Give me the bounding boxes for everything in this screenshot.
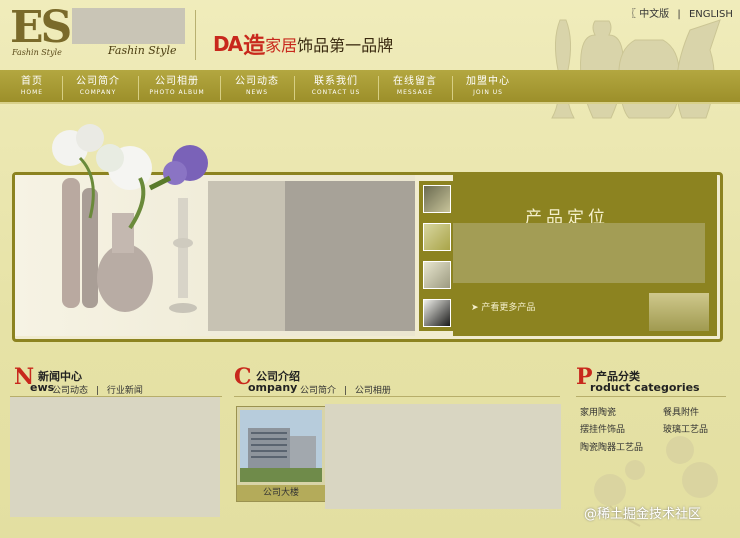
blurred-company-description	[325, 404, 561, 509]
news-title-en: ews	[30, 381, 55, 394]
company-title-en: ompany	[248, 381, 298, 394]
nav-label-cn: 公司动态	[235, 76, 279, 87]
news-tabs: 公司动态 | 行业新闻	[52, 383, 143, 396]
nav-label-en: COMPANY	[79, 89, 117, 96]
blurred-image-area-dark	[285, 181, 415, 331]
logo-script-text: Fashin Style	[108, 44, 177, 57]
header-divider	[195, 10, 196, 60]
slogan: DA 造 家居 饰品第一品牌	[213, 28, 393, 60]
category-home-ceramics[interactable]: 家用陶瓷	[580, 405, 616, 418]
company-title-underline	[234, 396, 560, 397]
nav-label-en: CONTACT US	[311, 89, 361, 96]
slogan-part3: 饰品第一品牌	[297, 36, 394, 55]
company-tab-intro[interactable]: 公司简介	[300, 386, 336, 396]
company-photo-card[interactable]: 公司大楼	[236, 406, 326, 502]
logo[interactable]: ES Fashin Style	[10, 2, 72, 60]
products-title-en: roduct categories	[590, 381, 700, 394]
blurred-logo-area	[72, 8, 185, 44]
nav-divider	[294, 76, 295, 100]
category-tableware[interactable]: 餐具附件	[663, 405, 699, 418]
flower-vases-image	[52, 124, 208, 313]
nav-item-contact[interactable]: 联系我们 CONTACT US	[306, 76, 366, 97]
building-image	[240, 410, 322, 482]
category-glass-crafts[interactable]: 玻璃工艺品	[663, 422, 708, 435]
nav-item-join[interactable]: 加盟中心 JOIN US	[462, 76, 514, 97]
thumbnail-4[interactable]	[423, 299, 451, 327]
nav-label-en: MESSAGE	[396, 89, 434, 96]
company-photo-caption: 公司大楼	[237, 485, 325, 501]
blurred-news-list	[10, 397, 220, 517]
watermark: @稀土掘金技术社区	[584, 507, 702, 522]
logo-text: ES	[10, 2, 72, 53]
nav-label-cn: 联系我们	[314, 76, 358, 87]
nav-item-news[interactable]: 公司动态 NEWS	[232, 76, 282, 97]
nav-divider	[138, 76, 139, 100]
thumbnail-strip	[419, 181, 453, 331]
nav-label-cn: 加盟中心	[466, 76, 510, 87]
nav-label-en: JOIN US	[473, 89, 503, 96]
products-title-underline	[576, 396, 726, 397]
main-nav: 首页 HOME 公司简介 COMPANY 公司相册 PHOTO ALBUM 公司…	[0, 70, 740, 104]
nav-item-company[interactable]: 公司简介 COMPANY	[72, 76, 124, 97]
shelf-image	[649, 293, 709, 331]
nav-divider	[452, 76, 453, 100]
blurred-product-text	[453, 223, 705, 283]
category-ornaments[interactable]: 摆挂件饰品	[580, 422, 625, 435]
company-tab-separator: |	[343, 386, 347, 396]
nav-label-cn: 在线留言	[393, 76, 437, 87]
nav-item-message[interactable]: 在线留言 MESSAGE	[390, 76, 440, 97]
thumbnail-3[interactable]	[423, 261, 451, 289]
company-tab-album[interactable]: 公司相册	[355, 386, 391, 396]
slogan-part1: 造	[243, 34, 266, 59]
view-more-products-link[interactable]: ➤ 产看更多产品	[471, 300, 535, 313]
thumbnail-2[interactable]	[423, 223, 451, 251]
product-positioning-panel: 产品定位 ➤ 产看更多产品	[453, 175, 717, 336]
thumbnail-1[interactable]	[423, 185, 451, 213]
nav-divider	[220, 76, 221, 100]
nav-label-cn: 首页	[21, 76, 43, 87]
nav-item-photo-album[interactable]: 公司相册 PHOTO ALBUM	[146, 76, 208, 97]
header: ES Fashin Style Fashin Style DA 造 家居 饰品第…	[0, 0, 740, 119]
nav-divider	[62, 76, 63, 100]
company-tabs: 公司简介 | 公司相册	[300, 383, 391, 396]
nav-label-en: PHOTO ALBUM	[149, 89, 205, 96]
page: ES Fashin Style Fashin Style DA 造 家居 饰品第…	[0, 0, 740, 538]
nav-label-cn: 公司相册	[155, 76, 199, 87]
slogan-part2: 家居	[265, 36, 298, 55]
nav-label-en: NEWS	[245, 89, 269, 96]
logo-subtitle: Fashin Style	[12, 48, 62, 57]
nav-label-en: HOME	[20, 89, 44, 96]
news-tab-industry[interactable]: 行业新闻	[107, 386, 143, 396]
products-section-title: P 产品分类 roduct categories	[576, 364, 736, 394]
nav-label-cn: 公司简介	[76, 76, 120, 87]
slogan-mark: DA	[213, 32, 243, 56]
category-ceramic-crafts[interactable]: 陶瓷陶器工艺品	[580, 440, 643, 453]
nav-divider	[378, 76, 379, 100]
news-tab-separator: |	[95, 386, 99, 396]
news-tab-company[interactable]: 公司动态	[52, 386, 88, 396]
nav-item-home[interactable]: 首页 HOME	[16, 76, 48, 97]
